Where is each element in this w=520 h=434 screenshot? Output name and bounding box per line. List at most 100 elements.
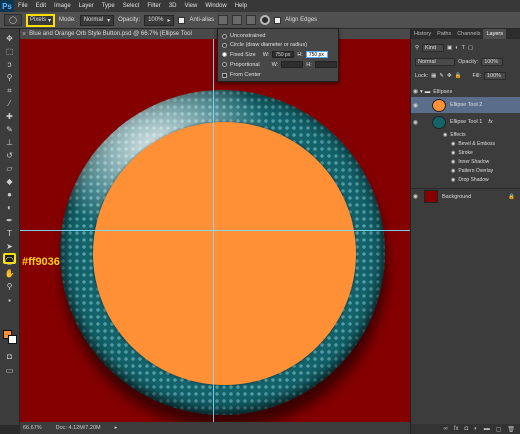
circle-option[interactable]: Circle (draw diameter or radius): [222, 42, 307, 48]
effect-inner-shadow[interactable]: ◉ Inner Shadow: [411, 159, 520, 165]
radio-button[interactable]: [222, 62, 227, 67]
crop-tool-icon[interactable]: ⌗: [3, 85, 16, 96]
eye-icon[interactable]: ◉: [411, 193, 420, 200]
kind-select[interactable]: Kind: [422, 44, 445, 52]
document-canvas[interactable]: [20, 39, 416, 422]
menu-help[interactable]: Help: [231, 3, 251, 9]
effect-drop-shadow[interactable]: ◉ Drop Shadow: [411, 177, 520, 183]
lock-position-icon[interactable]: ✥: [447, 73, 452, 79]
quick-mask-icon[interactable]: ◘: [3, 351, 16, 362]
opacity-input[interactable]: 100% ▸: [144, 14, 175, 26]
brush-tool-icon[interactable]: ✎: [3, 124, 16, 135]
zoom-level[interactable]: 66.67%: [23, 425, 42, 431]
horizontal-guide[interactable]: [20, 230, 416, 231]
dodge-tool-icon[interactable]: ◐: [3, 202, 16, 213]
layer-row-background[interactable]: ◉ Background 🔒: [411, 188, 520, 204]
tab-layers[interactable]: Layers: [483, 29, 506, 39]
layer-group-ellipses[interactable]: ◉ ▾ ▬ Ellipses: [411, 86, 520, 97]
filter-shape-icon[interactable]: ▢: [468, 45, 473, 51]
quick-select-tool-icon[interactable]: ⚲: [3, 72, 16, 83]
screen-mode-icon[interactable]: ▭: [3, 365, 16, 376]
eye-icon[interactable]: ◉: [411, 88, 420, 95]
paint-bucket-tool-icon[interactable]: ◆: [3, 176, 16, 187]
filter-adjust-icon[interactable]: ◐: [455, 45, 458, 51]
from-center-option[interactable]: From Center: [222, 72, 261, 78]
eye-icon[interactable]: ◉: [411, 119, 420, 126]
mask-icon[interactable]: ◘: [464, 426, 468, 432]
path-arrangement-icon[interactable]: [246, 15, 257, 25]
blend-mode-select[interactable]: Normal: [415, 58, 455, 66]
menu-image[interactable]: Image: [50, 3, 75, 9]
eye-icon[interactable]: ◉: [451, 177, 455, 183]
from-center-checkbox[interactable]: [222, 72, 227, 78]
chevron-right-icon[interactable]: ▸: [115, 425, 118, 431]
fixed-size-option[interactable]: Fixed Size W: 750 px H: 750 px: [222, 51, 328, 58]
tab-paths[interactable]: Paths: [434, 29, 454, 39]
fill-input[interactable]: 100%: [484, 72, 506, 80]
effect-bevel-emboss[interactable]: ◉ Bevel & Emboss: [411, 141, 520, 147]
prop-width-input[interactable]: [281, 61, 304, 68]
effect-pattern-overlay[interactable]: ◉ Pattern Overlay: [411, 168, 520, 174]
new-group-icon[interactable]: ▬: [484, 426, 490, 432]
path-alignment-icon[interactable]: [232, 15, 243, 25]
trash-icon[interactable]: 🗑: [507, 426, 515, 433]
lock-all-icon[interactable]: 🔒: [455, 73, 462, 79]
tool-preset-picker[interactable]: ◯: [4, 14, 22, 26]
layer-row-ellipse-tool-2[interactable]: ◉ Ellipse Tool 2: [411, 97, 520, 113]
default-colors-icon[interactable]: ▪: [3, 295, 16, 306]
menu-edit[interactable]: Edit: [32, 3, 50, 9]
proportional-option[interactable]: Proportional W: H:: [222, 61, 337, 68]
fx-badge[interactable]: fx: [488, 119, 492, 125]
zoom-tool-icon[interactable]: ⚲: [3, 281, 16, 292]
menu-window[interactable]: Window: [201, 3, 230, 9]
canvas-area[interactable]: [20, 39, 416, 422]
eye-icon[interactable]: ◉: [411, 102, 420, 109]
prop-height-input[interactable]: [314, 61, 337, 68]
height-input[interactable]: 750 px: [305, 51, 328, 58]
unconstrained-option[interactable]: Unconstrained: [222, 33, 265, 39]
lock-transparency-icon[interactable]: ▦: [431, 73, 436, 79]
move-tool-icon[interactable]: ✥: [3, 33, 16, 44]
close-icon[interactable]: ×: [22, 31, 26, 38]
menu-filter[interactable]: Filter: [143, 3, 164, 9]
hand-tool-icon[interactable]: ✋: [3, 268, 16, 279]
eye-icon[interactable]: ◉: [451, 168, 455, 174]
new-layer-icon[interactable]: ▢: [496, 426, 502, 433]
tab-channels[interactable]: Channels: [454, 29, 483, 39]
gear-icon[interactable]: [260, 15, 271, 25]
radio-button-selected[interactable]: [222, 52, 227, 57]
radio-button[interactable]: [222, 42, 227, 48]
eraser-tool-icon[interactable]: ▱: [3, 163, 16, 174]
eye-icon[interactable]: ◉: [451, 150, 455, 156]
path-select-tool-icon[interactable]: ➤: [3, 241, 16, 252]
adjustment-icon[interactable]: ◐: [474, 426, 478, 432]
type-tool-icon[interactable]: T: [3, 228, 16, 239]
menu-view[interactable]: View: [180, 3, 201, 9]
lasso-tool-icon[interactable]: ↄ: [3, 59, 16, 70]
eye-icon[interactable]: ◉: [443, 132, 447, 138]
radio-button[interactable]: [222, 33, 227, 39]
menu-type[interactable]: Type: [98, 3, 119, 9]
filter-type-icon[interactable]: T: [462, 45, 465, 51]
path-operations-icon[interactable]: [218, 15, 229, 25]
eyedropper-tool-icon[interactable]: ⁄: [3, 98, 16, 109]
pen-tool-icon[interactable]: ✒: [3, 215, 16, 226]
fx-icon[interactable]: fx: [454, 426, 459, 432]
width-input[interactable]: 750 px: [272, 51, 295, 58]
background-color-swatch[interactable]: [8, 335, 17, 344]
units-select[interactable]: Pixels ▾: [26, 13, 56, 27]
stamp-tool-icon[interactable]: ⊥: [3, 137, 16, 148]
tab-history[interactable]: History: [411, 29, 434, 39]
align-edges-checkbox[interactable]: [274, 16, 282, 24]
blur-tool-icon[interactable]: ●: [3, 189, 16, 200]
eye-icon[interactable]: ◉: [451, 141, 455, 147]
ellipse-tool-icon[interactable]: ◯: [3, 253, 16, 265]
filter-pixel-icon[interactable]: ▣: [447, 45, 452, 51]
menu-file[interactable]: File: [14, 3, 32, 9]
eye-icon[interactable]: ◉: [451, 159, 455, 165]
menu-layer[interactable]: Layer: [75, 3, 98, 9]
healing-tool-icon[interactable]: ✚: [3, 111, 16, 122]
layer-row-ellipse-tool-1[interactable]: ◉ Ellipse Tool 1 fx: [411, 114, 520, 130]
effects-header[interactable]: ◉ Effects: [411, 132, 520, 138]
menu-3d[interactable]: 3D: [165, 3, 181, 9]
